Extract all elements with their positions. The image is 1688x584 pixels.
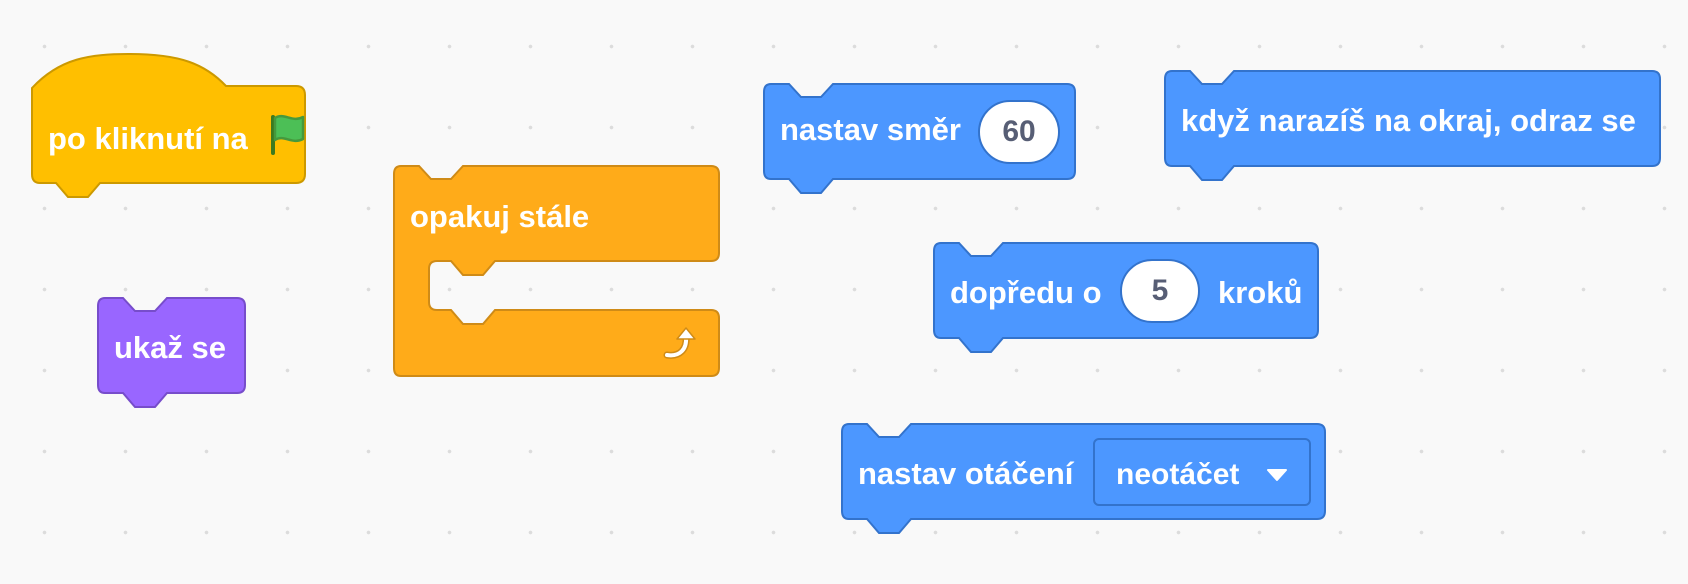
move-steps-block[interactable]: dopředu o 5 kroků [933, 241, 1323, 361]
dropdown-value: neotáčet [1116, 458, 1240, 491]
block-label: nastav otáčení [858, 456, 1074, 491]
green-flag-icon [271, 114, 305, 155]
show-block[interactable]: ukaž se [97, 296, 247, 416]
block-label: když narazíš na okraj, odraz se [1181, 103, 1636, 138]
steps-input[interactable]: 5 [1120, 259, 1200, 323]
point-in-direction-block[interactable]: nastav směr 60 [763, 82, 1083, 202]
direction-input[interactable]: 60 [978, 100, 1060, 164]
block-label: po kliknutí na [48, 121, 248, 156]
when-flag-clicked-block[interactable]: po kliknutí na [30, 50, 330, 205]
block-label: opakuj stále [410, 199, 590, 234]
loop-arrow-icon [663, 327, 696, 359]
forever-block[interactable]: opakuj stále [393, 164, 723, 384]
bounce-on-edge-block[interactable]: když narazíš na okraj, odraz se [1164, 69, 1664, 189]
block-label-suffix: kroků [1218, 275, 1303, 310]
block-label: nastav směr [780, 112, 961, 147]
dropdown-arrow-icon [1267, 469, 1287, 481]
block-label: dopředu o [950, 275, 1102, 310]
set-rotation-style-block[interactable]: nastav otáčení neotáčet [841, 422, 1331, 542]
block-label: ukaž se [114, 330, 227, 365]
rotation-style-dropdown[interactable]: neotáčet [1093, 438, 1311, 506]
